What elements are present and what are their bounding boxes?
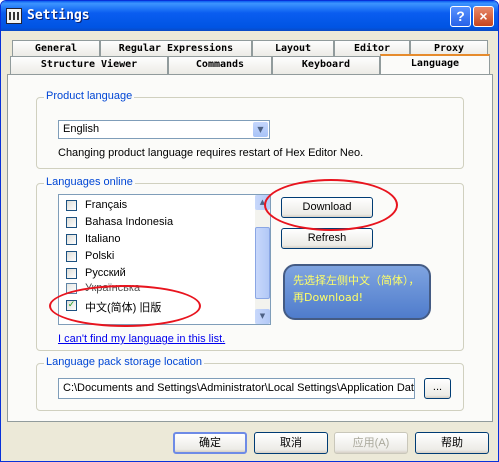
window-title: Settings <box>27 8 90 23</box>
checkbox[interactable] <box>66 268 77 279</box>
checkbox[interactable] <box>66 234 77 245</box>
tab-structure-viewer[interactable]: Structure Viewer <box>10 56 168 74</box>
help-icon[interactable]: ? <box>450 6 471 27</box>
product-language-select[interactable]: English ▼ <box>58 120 270 139</box>
scroll-up-icon[interactable]: ▲ <box>255 195 270 210</box>
annotation-callout: 先选择左侧中文（简体），再Download! <box>283 264 431 320</box>
language-list[interactable]: Français Bahasa Indonesia Italiano Polsk… <box>58 194 271 325</box>
missing-language-link[interactable]: I can't find my language in this list. <box>58 333 225 345</box>
help-button[interactable]: 帮助 <box>415 432 489 454</box>
refresh-button[interactable]: Refresh <box>281 228 373 249</box>
tab-keyboard[interactable]: Keyboard <box>272 56 380 74</box>
download-button[interactable]: Download <box>281 197 373 218</box>
settings-tabs: General Regular Expressions Layout Edito… <box>7 36 493 76</box>
product-language-legend: Product language <box>44 90 135 102</box>
tab-general[interactable]: General <box>12 40 100 56</box>
product-language-value: English <box>63 123 100 135</box>
checkbox[interactable] <box>66 251 77 262</box>
title-bar[interactable]: Settings ? × <box>1 1 498 31</box>
product-language-group: Product language English ▼ Changing prod… <box>36 90 464 169</box>
chevron-down-icon[interactable]: ▼ <box>253 122 268 137</box>
tab-layout[interactable]: Layout <box>252 40 334 56</box>
checkbox[interactable]: ✓ <box>66 300 77 311</box>
list-scrollbar[interactable]: ▲ ▼ <box>255 195 270 324</box>
storage-group: Language pack storage location C:\Docume… <box>36 356 464 411</box>
tab-regular-expressions[interactable]: Regular Expressions <box>100 40 252 56</box>
scroll-down-icon[interactable]: ▼ <box>255 309 270 324</box>
close-icon[interactable]: × <box>473 6 494 27</box>
storage-legend: Language pack storage location <box>44 356 204 368</box>
apply-button[interactable]: 应用(A) <box>334 432 408 454</box>
tab-commands[interactable]: Commands <box>168 56 272 74</box>
checkbox[interactable] <box>66 200 77 211</box>
cancel-button[interactable]: 取消 <box>254 432 328 454</box>
checkbox[interactable] <box>66 217 77 228</box>
app-icon <box>6 8 22 24</box>
checkbox[interactable] <box>66 283 77 294</box>
browse-button[interactable]: ... <box>424 378 451 399</box>
storage-path-field[interactable]: C:\Documents and Settings\Administrator\… <box>58 378 415 399</box>
ok-button[interactable]: 确定 <box>173 432 247 454</box>
languages-online-legend: Languages online <box>44 176 135 188</box>
scroll-thumb[interactable] <box>255 227 270 299</box>
restart-note: Changing product language requires resta… <box>58 147 364 159</box>
settings-window: Settings ? × General Regular Expressions… <box>0 0 499 462</box>
tab-language[interactable]: Language <box>380 54 490 76</box>
language-panel: Product language English ▼ Changing prod… <box>7 74 493 422</box>
